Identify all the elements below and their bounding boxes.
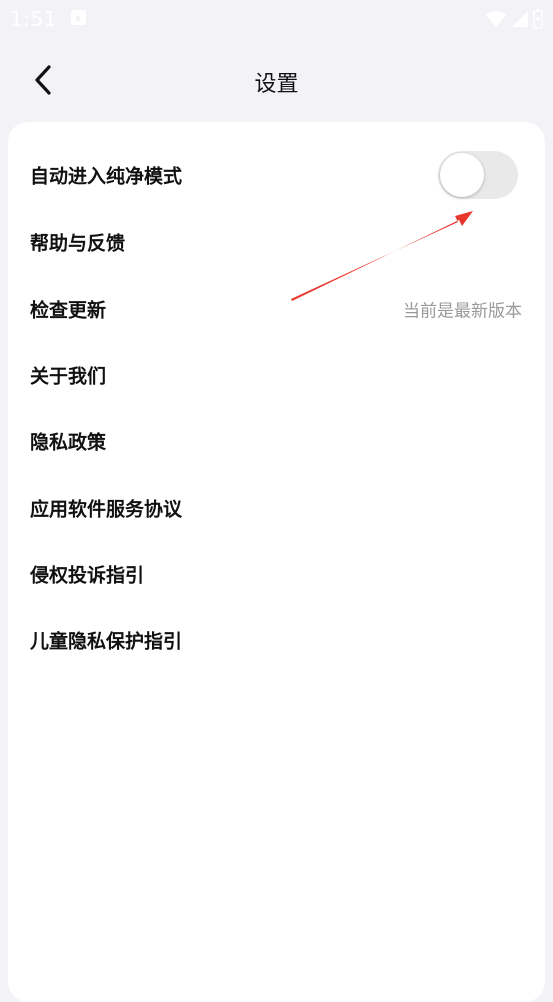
settings-item-label: 帮助与反馈 xyxy=(30,232,126,255)
status-icons xyxy=(485,9,543,29)
wifi-icon xyxy=(486,11,506,27)
battery-icon xyxy=(533,9,543,29)
status-time: 1:51 xyxy=(10,7,57,31)
settings-item-check-update[interactable]: 检查更新 当前是最新版本 xyxy=(8,277,545,341)
settings-item-pure-mode: 自动进入纯净模式 xyxy=(8,143,545,207)
settings-item-about-us[interactable]: 关于我们 xyxy=(8,343,545,407)
settings-item-label: 应用软件服务协议 xyxy=(30,498,183,521)
pure-mode-toggle[interactable] xyxy=(438,151,518,199)
settings-item-label: 检查更新 xyxy=(30,299,107,322)
cellular-signal-icon xyxy=(512,11,528,27)
settings-item-infringement-guide[interactable]: 侵权投诉指引 xyxy=(8,542,545,606)
settings-item-label: 自动进入纯净模式 xyxy=(30,165,183,188)
toggle-knob xyxy=(440,153,484,197)
settings-item-service-agreement[interactable]: 应用软件服务协议 xyxy=(8,476,545,540)
settings-item-child-privacy-guide[interactable]: 儿童隐私保护指引 xyxy=(8,608,545,672)
settings-card: 自动进入纯净模式 帮助与反馈 检查更新 当前是最新版本 关于我们 隐私政策 应用… xyxy=(8,122,545,1002)
page-title: 设置 xyxy=(254,72,299,97)
settings-item-label: 儿童隐私保护指引 xyxy=(30,630,183,653)
settings-item-privacy-policy[interactable]: 隐私政策 xyxy=(8,409,545,473)
header-bar: 设置 xyxy=(0,40,553,122)
settings-item-label: 侵权投诉指引 xyxy=(30,564,145,587)
settings-item-label: 关于我们 xyxy=(30,365,107,388)
status-bar: 1:51 xyxy=(0,0,553,40)
settings-item-help-feedback[interactable]: 帮助与反馈 xyxy=(8,210,545,274)
notification-a-icon xyxy=(71,10,86,25)
update-status-text: 当前是最新版本 xyxy=(403,301,522,322)
settings-item-label: 隐私政策 xyxy=(30,431,107,454)
